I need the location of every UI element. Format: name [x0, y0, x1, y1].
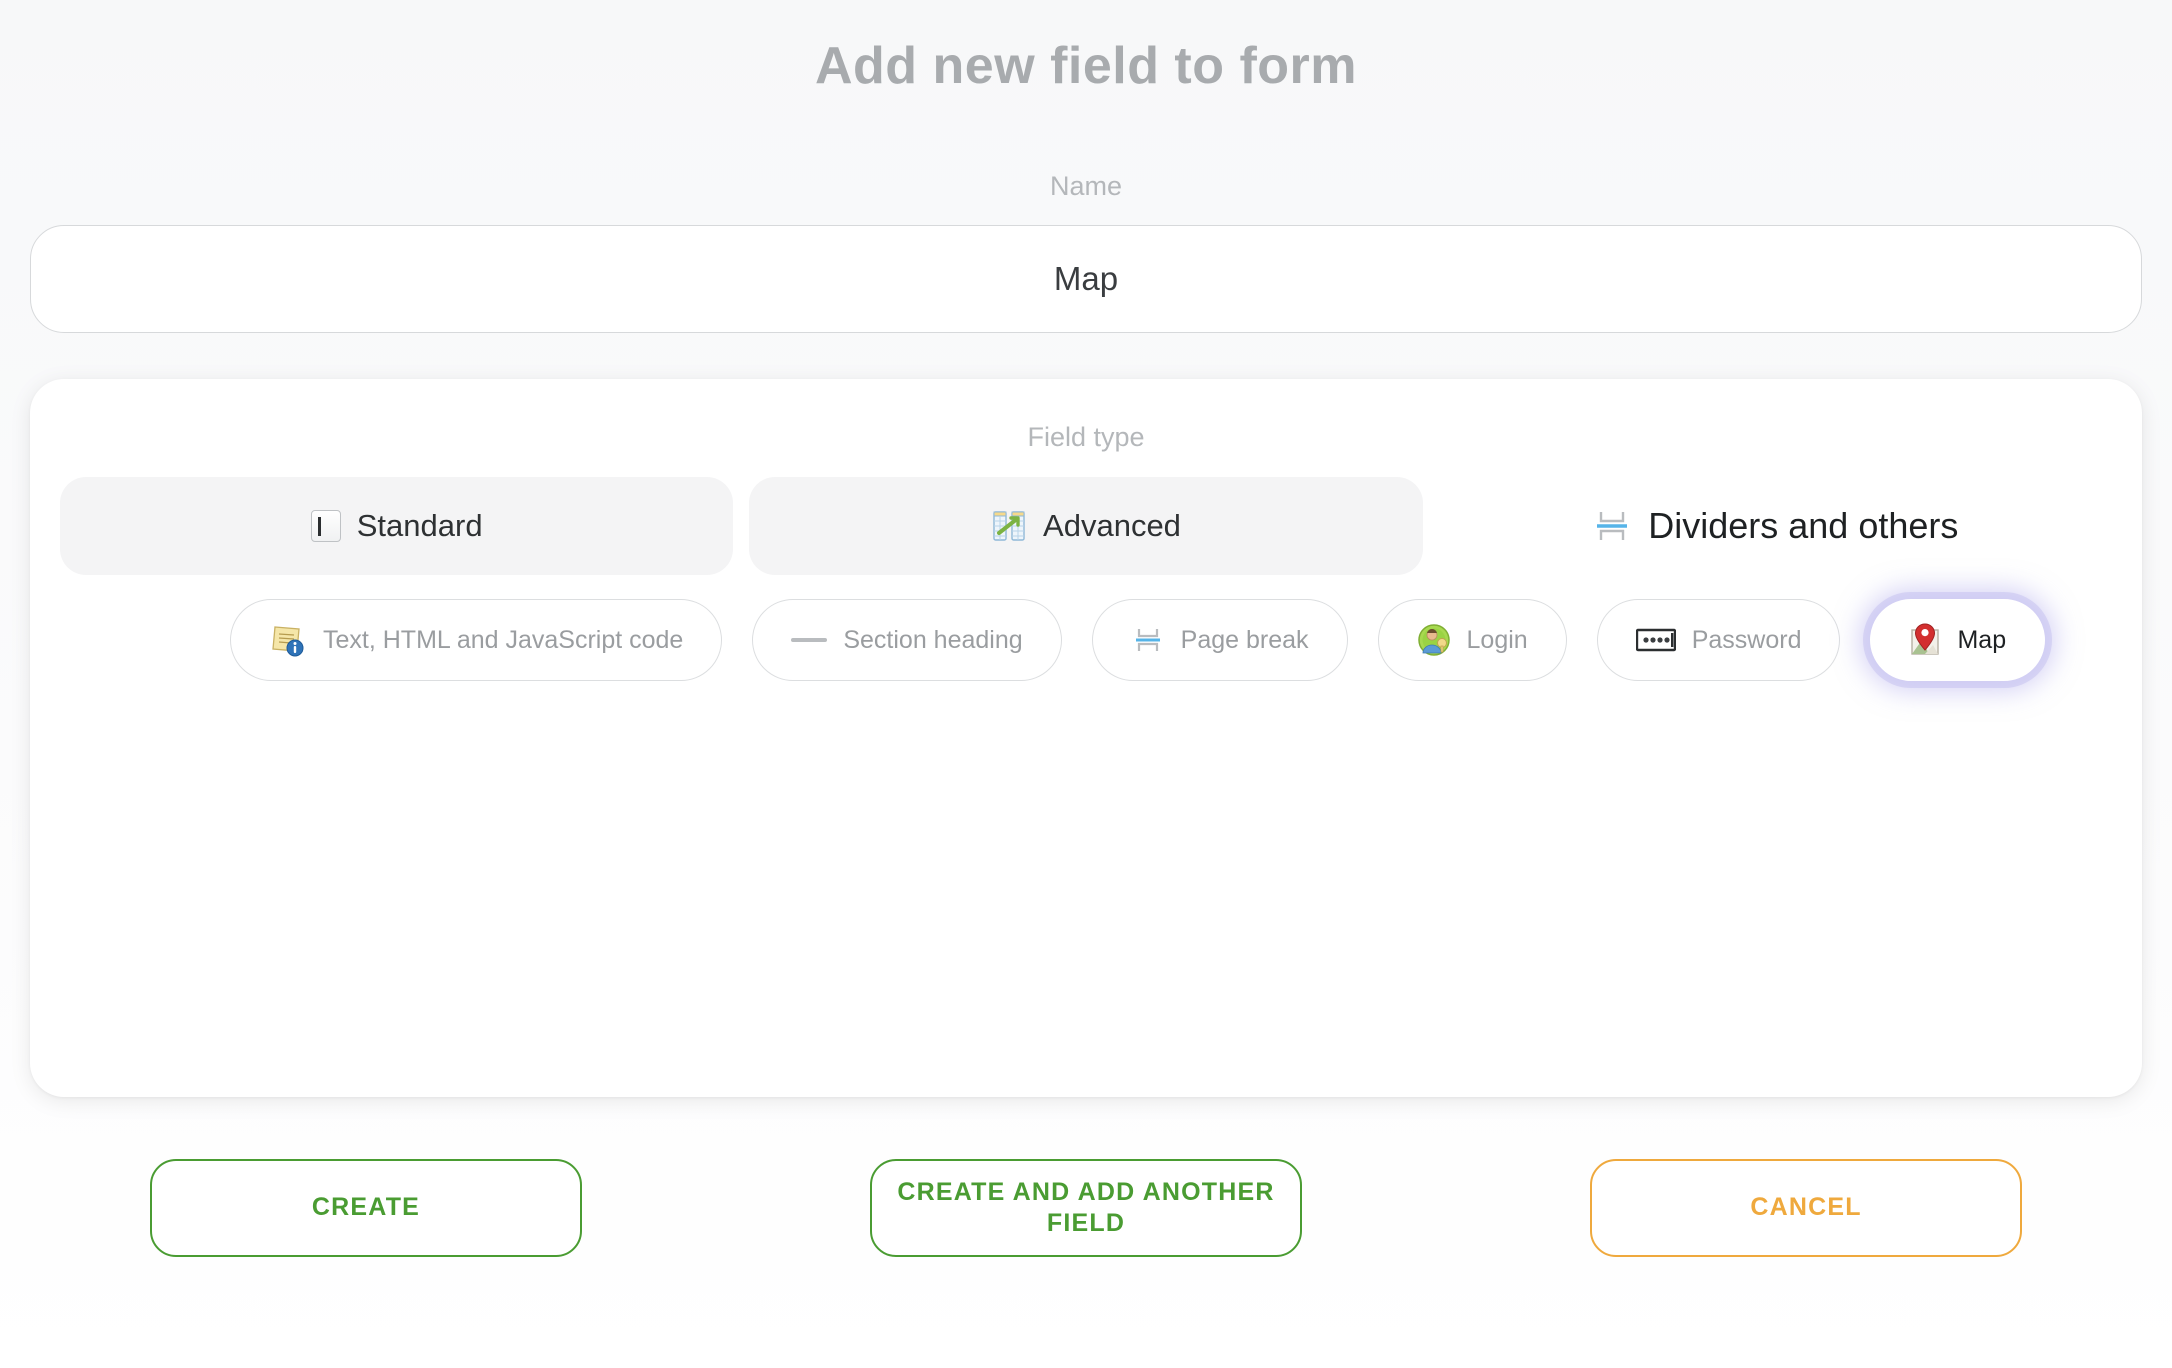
tab-standard[interactable]: Standard	[60, 477, 734, 575]
cancel-button[interactable]: Cancel	[1590, 1159, 2022, 1257]
user-key-icon	[1417, 623, 1451, 657]
tab-dividers-and-others[interactable]: Dividers and others	[1439, 477, 2112, 575]
add-field-dialog: Add new field to form Name Field type St…	[0, 0, 2172, 1368]
field-type-card: Field type Standard Advanced Dividers an…	[30, 379, 2142, 1097]
tab-advanced[interactable]: Advanced	[749, 477, 1423, 575]
note-info-icon	[269, 623, 307, 657]
map-pin-icon	[1909, 623, 1941, 657]
option-map[interactable]: Map	[1870, 599, 2046, 681]
page-title: Add new field to form	[814, 37, 1358, 95]
option-password[interactable]: Password	[1596, 599, 1841, 681]
page-break-icon	[1131, 623, 1165, 657]
create-button[interactable]: Create	[150, 1159, 582, 1257]
option-login[interactable]: Login	[1377, 599, 1567, 681]
page-break-icon	[1592, 506, 1632, 546]
field-type-label: Field type	[1027, 422, 1145, 452]
option-label: Password	[1691, 625, 1802, 654]
option-label: Login	[1466, 625, 1528, 654]
option-label: Section heading	[843, 625, 1023, 654]
dialog-actions: Create Create and add another field Canc…	[0, 1159, 2172, 1257]
name-label: Name	[1049, 171, 1123, 201]
field-type-tabs: Standard Advanced Dividers and others	[30, 477, 2142, 575]
option-text-html-javascript[interactable]: Text, HTML and JavaScript code	[230, 599, 723, 681]
field-name-input[interactable]	[30, 225, 2142, 333]
advanced-grid-icon	[991, 508, 1027, 544]
horizontal-line-icon	[791, 638, 828, 642]
password-dots-icon	[1635, 628, 1676, 652]
option-label: Page break	[1180, 625, 1309, 654]
option-label: Text, HTML and JavaScript code	[323, 625, 684, 654]
field-type-options: Text, HTML and JavaScript code Section h…	[30, 599, 2142, 681]
tab-dividers-label: Dividers and others	[1648, 505, 1959, 546]
tab-standard-label: Standard	[356, 508, 483, 543]
name-input-wrapper	[30, 225, 2142, 333]
option-page-break[interactable]: Page break	[1091, 599, 1348, 681]
create-and-add-another-field-button[interactable]: Create and add another field	[870, 1159, 1302, 1257]
option-section-heading[interactable]: Section heading	[752, 599, 1062, 681]
text-input-icon	[310, 510, 341, 542]
option-label: Map	[1957, 625, 2007, 654]
tab-advanced-label: Advanced	[1043, 508, 1181, 543]
